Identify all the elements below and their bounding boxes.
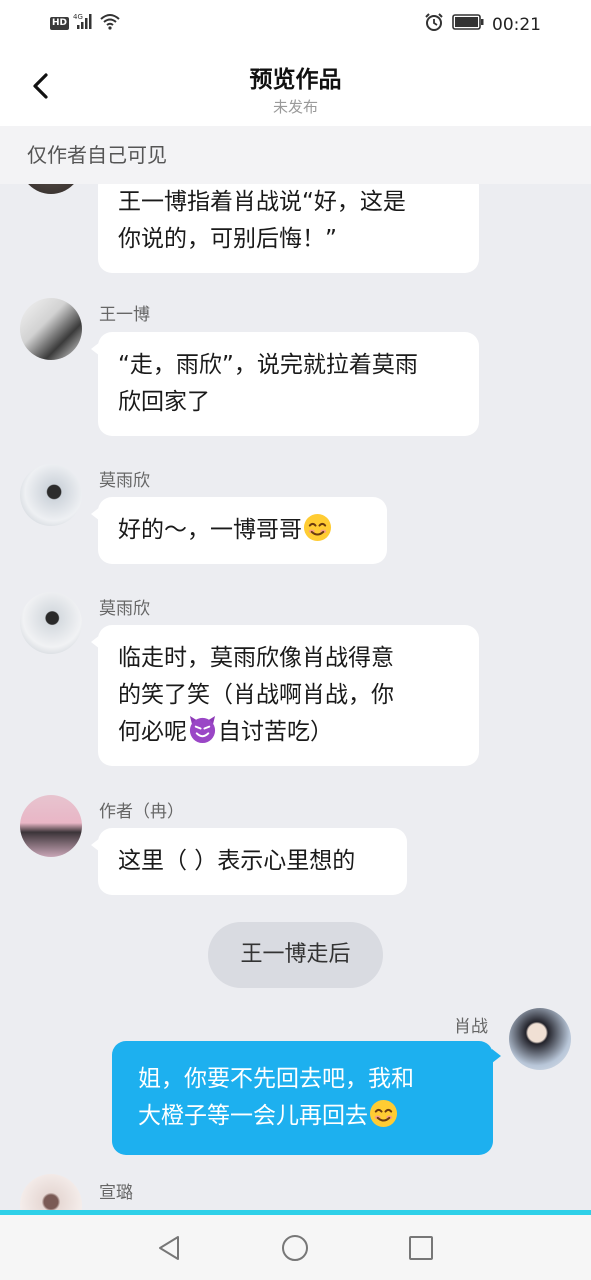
header-bar: 预览作品 未发布 (0, 46, 591, 126)
message-line: “走，雨欣”，说完就拉着莫雨 (118, 352, 418, 378)
page-title: 预览作品 (249, 67, 342, 93)
sender-name: 莫雨欣 (99, 471, 150, 491)
smiling-devil-emoji (189, 715, 216, 744)
message-bubble[interactable]: 临走时，莫雨欣像肖战得意 的笑了笑（肖战啊肖战，你 何必呢 自讨苦吃） (91, 625, 479, 766)
sender-name: 肖战 (454, 1017, 488, 1037)
message-line: 你说的，可别后悔！” (118, 226, 337, 252)
square-recents-icon (409, 1236, 433, 1260)
message-bubble[interactable]: “走，雨欣”，说完就拉着莫雨 欣回家了 (91, 332, 479, 436)
triangle-back-icon (159, 1236, 179, 1260)
avatar[interactable] (20, 592, 82, 654)
sender-name: 莫雨欣 (99, 599, 150, 619)
chat-area[interactable]: 王一博指着肖战说“好，这是 你说的，可别后悔！” 王一博 “走，雨欣”，说完就拉… (0, 184, 591, 1210)
nav-recents-button[interactable] (405, 1232, 437, 1264)
alarm-icon (424, 12, 444, 37)
sender-name: 王一博 (99, 305, 150, 325)
visibility-notice: 仅作者自己可见 (0, 126, 591, 184)
message-bubble[interactable]: 这里（ ）表示心里想的 (91, 828, 407, 895)
status-right: 00:21 (424, 12, 541, 37)
status-bar: HD 4G 00:21 (0, 0, 591, 46)
hd-badge: HD (50, 16, 70, 30)
nav-back-button[interactable] (153, 1232, 185, 1264)
message-text: 大橙子等一会儿再回去 (138, 1103, 368, 1129)
avatar[interactable] (20, 184, 82, 194)
system-nav-bar (0, 1215, 591, 1280)
avatar[interactable] (509, 1008, 571, 1070)
message-line: 何必呢 自讨苦吃） (118, 714, 459, 751)
sender-name: 宣璐 (99, 1183, 133, 1203)
message-text: 好的～，一博哥哥 (118, 517, 302, 543)
message-text: 这里（ ）表示心里想的 (118, 848, 356, 874)
sender-name: 作者（冉） (99, 802, 184, 822)
status-time: 00:21 (492, 14, 541, 35)
smiling-face-emoji (369, 1099, 398, 1128)
avatar[interactable] (20, 795, 82, 857)
avatar[interactable] (20, 464, 82, 526)
message-text: 自讨苦吃） (218, 719, 333, 745)
circle-home-icon (282, 1235, 308, 1261)
message-line: 大橙子等一会儿再回去 (138, 1098, 467, 1135)
signal-icon: 4G (73, 12, 95, 34)
battery-icon (452, 14, 484, 35)
page-subtitle: 未发布 (272, 98, 318, 116)
avatar[interactable] (20, 1174, 82, 1210)
status-left: HD 4G (50, 12, 121, 34)
message-bubble[interactable]: 王一博指着肖战说“好，这是 你说的，可别后悔！” (98, 184, 479, 273)
message-line: 临走时，莫雨欣像肖战得意 (118, 645, 394, 671)
message-line: 欣回家了 (118, 389, 210, 415)
network-label: 4G (73, 13, 83, 21)
message-line: 姐，你要不先回去吧，我和 (138, 1066, 414, 1092)
message-line: 王一博指着肖战说“好，这是 (118, 189, 406, 215)
smiling-face-emoji (303, 513, 332, 542)
avatar[interactable] (20, 298, 82, 360)
wifi-icon (99, 12, 121, 34)
nav-home-button[interactable] (279, 1232, 311, 1264)
message-bubble[interactable]: 好的～，一博哥哥 (91, 497, 387, 564)
message-bubble[interactable]: 姐，你要不先回去吧，我和 大橙子等一会儿再回去 (112, 1041, 501, 1155)
system-message: 王一博走后 (208, 922, 383, 988)
message-text: 何必呢 (118, 719, 187, 745)
message-line: 的笑了笑（肖战啊肖战，你 (118, 682, 394, 708)
